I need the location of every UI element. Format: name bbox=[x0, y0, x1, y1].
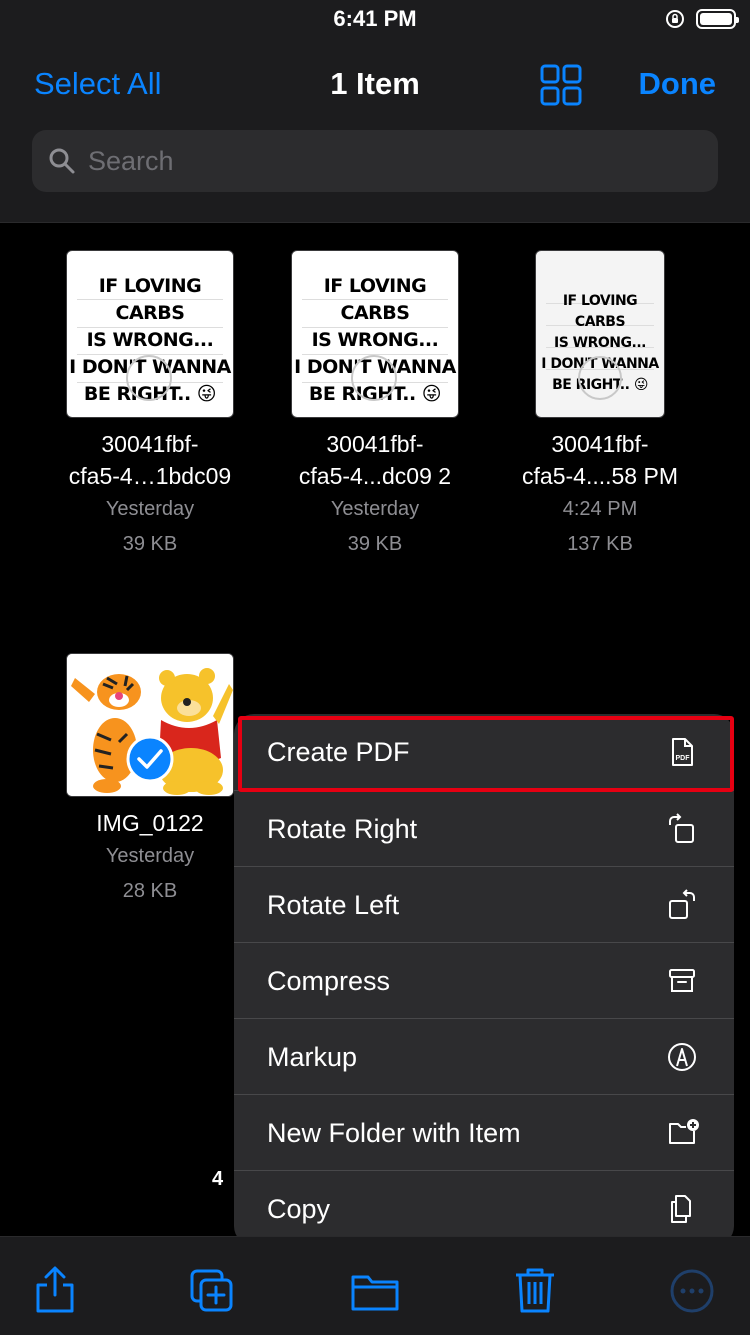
file-item[interactable]: IF LOVING CARBS IS WRONG... I DON'T WANNA B… bbox=[280, 250, 470, 562]
file-thumbnail[interactable]: IF LOVING CARBS IS WRONG... I DON'T WANNA B… bbox=[66, 250, 234, 418]
file-name: 30041fbf-cfa5-4…1bdc09 bbox=[68, 431, 232, 489]
file-name: 30041fbf-cfa5-4...dc09 2 bbox=[298, 431, 452, 489]
menu-item-copy[interactable]: Copy bbox=[234, 1171, 734, 1246]
menu-item-label: Rotate Left bbox=[267, 889, 400, 920]
menu-item-rotate-left[interactable]: Rotate Left bbox=[234, 867, 734, 943]
svg-text:PDF: PDF bbox=[676, 755, 691, 762]
file-date: Yesterday bbox=[105, 845, 195, 867]
menu-item-label: Create PDF bbox=[267, 736, 410, 767]
context-menu: Create PDF PDF Rotate Right Rotate Left … bbox=[234, 714, 734, 1246]
file-name: 30041fbf-cfa5-4....58 PM bbox=[522, 431, 678, 489]
file-item[interactable]: IF LOVING CARBS IS WRONG... I DON'T WANNA B… bbox=[55, 250, 245, 562]
menu-item-label: Compress bbox=[267, 965, 391, 996]
status-time: 6:41 PM bbox=[333, 6, 417, 31]
rotate-right-icon bbox=[669, 813, 694, 843]
more-icon[interactable] bbox=[668, 1265, 716, 1315]
move-folder-icon[interactable] bbox=[350, 1265, 400, 1315]
unselected-circle-icon[interactable] bbox=[350, 354, 398, 402]
status-bar: 6:41 PM bbox=[0, 0, 750, 40]
grid-view-icon[interactable] bbox=[540, 64, 582, 106]
file-name: IMG_0122 bbox=[96, 810, 204, 836]
menu-item-markup[interactable]: Markup bbox=[234, 1019, 734, 1095]
status-icons bbox=[664, 8, 739, 30]
menu-item-new-folder-with-item[interactable]: New Folder with Item bbox=[234, 1095, 734, 1171]
unselected-circle-icon[interactable] bbox=[577, 355, 623, 401]
file-size: 39 KB bbox=[347, 533, 403, 555]
select-all-button[interactable]: Select All bbox=[34, 66, 162, 102]
file-item[interactable]: IF LOVING CARBS IS WRONG... I DON'T WANNA B… bbox=[505, 250, 695, 562]
search-bar[interactable] bbox=[32, 130, 718, 192]
copy-documents-icon bbox=[671, 1195, 691, 1223]
menu-item-label: Copy bbox=[267, 1193, 331, 1224]
bottom-toolbar bbox=[0, 1236, 750, 1335]
file-thumbnail[interactable]: IF LOVING CARBS IS WRONG... I DON'T WANNA B… bbox=[535, 250, 665, 418]
file-thumbnail[interactable]: IF LOVING CARBS IS WRONG... I DON'T WANNA B… bbox=[291, 250, 459, 418]
battery-icon bbox=[696, 9, 739, 29]
orientation-lock-icon bbox=[666, 10, 684, 28]
file-date: Yesterday bbox=[330, 498, 420, 520]
done-button[interactable]: Done bbox=[639, 66, 717, 102]
trash-icon[interactable] bbox=[512, 1265, 558, 1315]
search-icon bbox=[49, 148, 75, 174]
file-size: 137 KB bbox=[567, 533, 633, 555]
item-count-badge: 4 bbox=[212, 1168, 224, 1190]
menu-item-label: Rotate Right bbox=[267, 813, 418, 844]
file-date: 4:24 PM bbox=[562, 498, 638, 520]
file-date: Yesterday bbox=[105, 498, 195, 520]
search-input[interactable] bbox=[86, 144, 718, 178]
menu-item-compress[interactable]: Compress bbox=[234, 943, 734, 1019]
menu-item-label: Markup bbox=[267, 1041, 358, 1072]
menu-item-create-pdf[interactable]: Create PDF PDF bbox=[234, 714, 734, 790]
pdf-document-icon: PDF bbox=[672, 738, 693, 766]
checkmark-selected-icon[interactable] bbox=[126, 735, 174, 783]
navigation-bar: Select All 1 Item Done bbox=[0, 40, 750, 223]
file-item-selected[interactable]: IMG_0122 Yesterday 28 KB bbox=[55, 653, 245, 909]
menu-item-label: New Folder with Item bbox=[267, 1117, 521, 1148]
folder-plus-icon bbox=[669, 1119, 699, 1144]
file-size: 28 KB bbox=[122, 880, 178, 902]
markup-pen-icon bbox=[668, 1043, 696, 1071]
rotate-left-icon bbox=[669, 889, 695, 919]
share-icon[interactable] bbox=[32, 1265, 78, 1315]
file-size: 39 KB bbox=[122, 533, 178, 555]
unselected-circle-icon[interactable] bbox=[125, 354, 173, 402]
archive-box-icon bbox=[669, 969, 695, 992]
duplicate-icon[interactable] bbox=[189, 1265, 235, 1315]
menu-item-rotate-right[interactable]: Rotate Right bbox=[234, 791, 734, 867]
file-thumbnail[interactable] bbox=[66, 653, 234, 797]
